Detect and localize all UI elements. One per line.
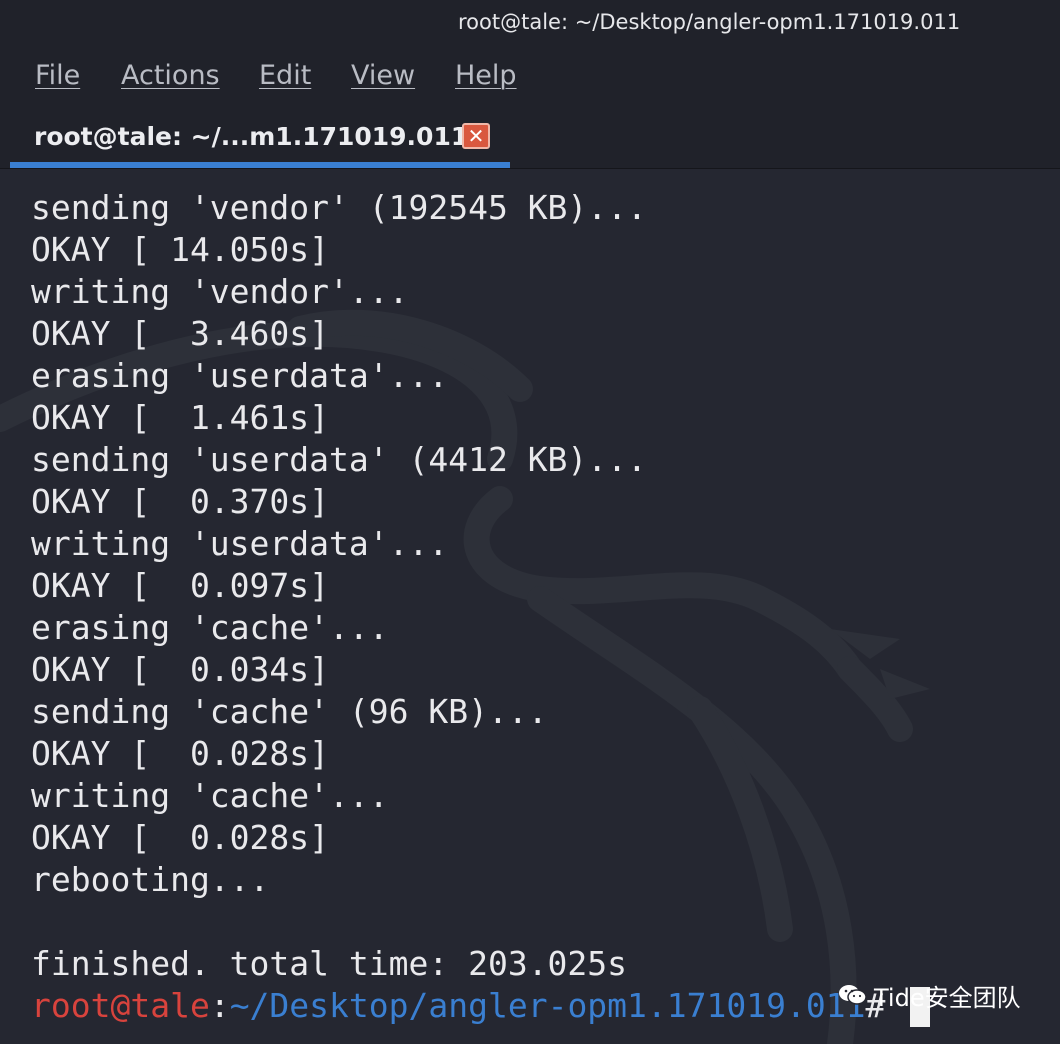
menu-actions[interactable]: Actions [121,60,220,91]
tab-terminal[interactable]: root@tale: ~/...m1.171019.011 ✕ [10,108,510,168]
output-line: erasing 'cache'... [31,608,389,647]
prompt-user: root@tale [31,986,210,1025]
tab-bar: root@tale: ~/...m1.171019.011 ✕ [0,108,1060,169]
output-line: finished. total time: 203.025s [31,944,628,983]
prompt-separator: : [209,986,230,1025]
output-line: OKAY [ 3.460s] [31,314,330,353]
output-line: writing 'userdata'... [31,524,449,563]
watermark: Tide安全团队 [838,977,1021,1013]
output-line: erasing 'userdata'... [31,356,449,395]
output-line: OKAY [ 0.028s] [31,818,330,857]
tab-label: root@tale: ~/...m1.171019.011 [34,122,469,151]
window-titlebar[interactable]: root@tale: ~/Desktop/angler-opm1.171019.… [0,0,1060,48]
menu-view[interactable]: View [351,60,415,91]
output-line: OKAY [ 0.370s] [31,482,330,521]
prompt-path: ~/Desktop/angler-opm1.171019.011 [229,986,866,1025]
wechat-icon [839,985,867,1005]
output-line: sending 'vendor' (192545 KB)... [31,188,647,227]
menu-bar: File Actions Edit View Help [0,48,1060,108]
active-tab-indicator [10,162,510,168]
output-line: sending 'userdata' (4412 KB)... [31,440,647,479]
output-line: writing 'cache'... [31,776,389,815]
menu-edit[interactable]: Edit [259,60,311,91]
output-line: OKAY [ 1.461s] [31,398,330,437]
output-line: OKAY [ 0.028s] [31,734,330,773]
terminal-output-area[interactable]: sending 'vendor' (192545 KB)... OKAY [ 1… [0,169,1060,1044]
output-line: OKAY [ 0.034s] [31,650,330,689]
output-line: sending 'cache' (96 KB)... [31,692,548,731]
output-line: writing 'vendor'... [31,272,409,311]
menu-help[interactable]: Help [455,60,517,91]
menu-file[interactable]: File [35,60,80,91]
shell-prompt[interactable]: root@tale:~/Desktop/angler-opm1.171019.0… [31,985,885,1027]
output-line: OKAY [ 0.097s] [31,566,330,605]
close-icon[interactable]: ✕ [462,123,490,149]
terminal-output: sending 'vendor' (192545 KB)... OKAY [ 1… [31,187,647,985]
output-line: OKAY [ 14.050s] [31,230,330,269]
watermark-text: Tide安全团队 [874,983,1021,1012]
output-line: rebooting... [31,860,270,899]
window-title: root@tale: ~/Desktop/angler-opm1.171019.… [458,10,961,34]
